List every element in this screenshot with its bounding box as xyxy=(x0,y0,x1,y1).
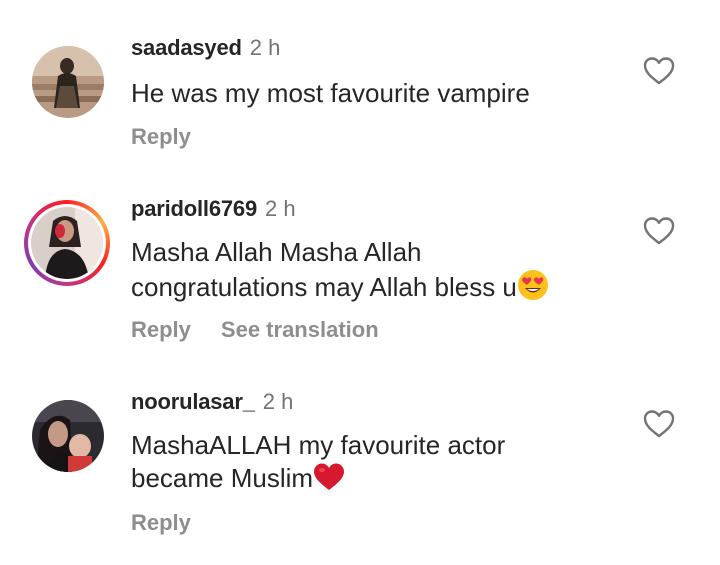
heart-outline-icon[interactable] xyxy=(643,409,675,439)
comment-text: MashaALLAH my favourite actor became Mus… xyxy=(131,429,631,495)
comment-line: He was my most favourite vampire xyxy=(131,78,530,108)
heart-outline-icon[interactable] xyxy=(643,216,675,246)
comment-item: noorulasar_ 2 h MashaALLAH my favourite a… xyxy=(0,370,720,565)
comment-line-wrap: congratulations may Allah bless u xyxy=(131,269,631,304)
reply-button[interactable]: Reply xyxy=(131,510,191,535)
username[interactable]: saadasyed xyxy=(131,35,242,60)
see-translation-button[interactable]: See translation xyxy=(221,317,379,342)
comment-actions: Reply xyxy=(131,510,191,536)
username[interactable]: paridoll6769 xyxy=(131,196,257,221)
reply-button[interactable]: Reply xyxy=(131,317,191,342)
comment-meta: noorulasar_ 2 h xyxy=(131,389,293,415)
story-ring[interactable] xyxy=(24,200,110,286)
red-heart-emoji xyxy=(314,463,345,490)
avatar[interactable] xyxy=(32,46,104,118)
avatar[interactable] xyxy=(32,400,104,472)
comment-text: He was my most favourite vampire xyxy=(131,77,631,110)
username[interactable]: noorulasar_ xyxy=(131,389,255,414)
heart-outline-icon[interactable] xyxy=(643,56,675,86)
timestamp: 2 h xyxy=(262,389,294,414)
comment-line: congratulations may Allah bless u xyxy=(131,272,517,302)
comment-text: Masha Allah Masha Allah congratulations … xyxy=(131,236,631,304)
comment-line: became Muslim xyxy=(131,463,314,493)
comment-line: MashaALLAH my favourite actor xyxy=(131,430,506,460)
comment-actions: Reply xyxy=(131,124,191,150)
avatar xyxy=(31,207,103,279)
comment-line-wrap: became Muslim xyxy=(131,462,631,495)
comment-item: paridoll6769 2 h Masha Allah Masha Allah … xyxy=(0,180,720,370)
timestamp: 2 h xyxy=(265,196,296,221)
comment-item: saadasyed 2 h He was my most favourite va… xyxy=(0,0,720,180)
timestamp: 2 h xyxy=(249,35,281,60)
heart-eyes-emoji xyxy=(517,270,548,300)
comment-meta: saadasyed 2 h xyxy=(131,35,280,61)
comment-actions: Reply See translation xyxy=(131,317,379,343)
comment-meta: paridoll6769 2 h xyxy=(131,196,296,222)
comment-line: Masha Allah Masha Allah xyxy=(131,237,422,267)
reply-button[interactable]: Reply xyxy=(131,124,191,149)
